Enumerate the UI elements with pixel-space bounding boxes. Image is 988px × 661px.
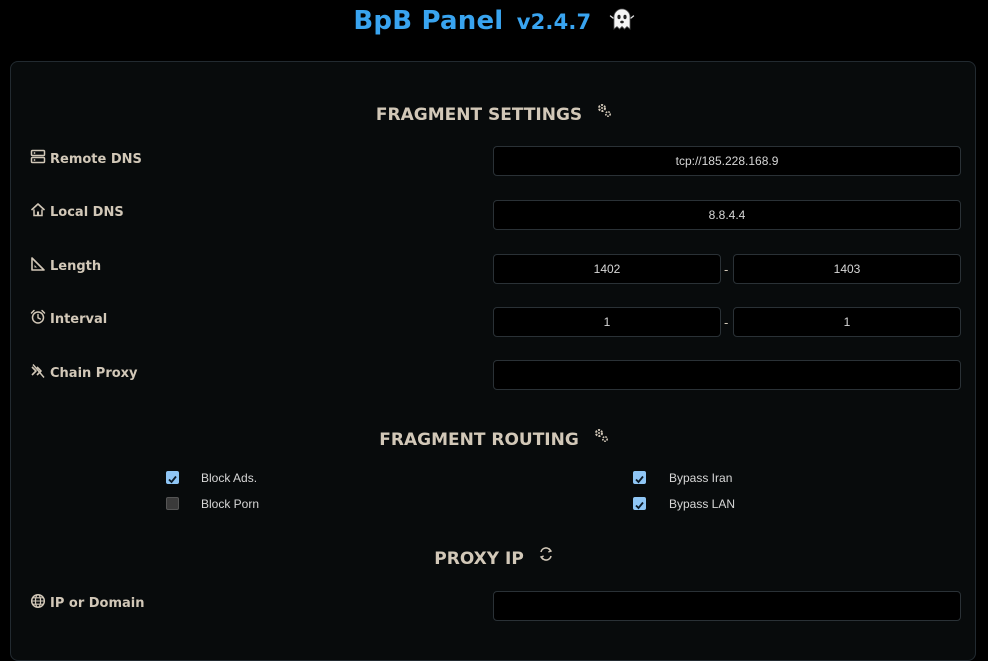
remote-dns-input[interactable]: tcp://185.228.168.9	[493, 146, 961, 176]
header: BpB Panel v2.4.7	[0, 0, 988, 46]
alarm-clock-icon	[30, 309, 46, 325]
gear-icon	[593, 427, 609, 448]
app-version: v2.4.7	[516, 10, 592, 34]
fragment-settings-title-text: FRAGMENT SETTINGS	[375, 105, 583, 125]
app-title: BpB Panel v2.4.7	[353, 6, 634, 39]
local-dns-input[interactable]: 8.8.4.4	[493, 200, 961, 230]
server-icon	[30, 149, 46, 165]
interval-separator: -	[724, 315, 729, 330]
ip-or-domain-label-text: IP or Domain	[50, 596, 145, 611]
interval-max-input[interactable]: 1	[733, 307, 961, 337]
length-max-input[interactable]: 1403	[733, 254, 961, 284]
block-ads-label: Block Ads.	[201, 471, 258, 485]
fragment-routing-title-text: FRAGMENT ROUTING	[379, 430, 579, 450]
chain-proxy-label-text: Chain Proxy	[50, 366, 138, 381]
bypass-iran-checkbox[interactable]	[633, 471, 646, 484]
length-min-input[interactable]: 1402	[493, 254, 721, 284]
ip-or-domain-label: IP or Domain	[30, 593, 145, 611]
fragment-routing-title: FRAGMENT ROUTING	[0, 427, 988, 450]
gear-icon	[596, 102, 612, 123]
chain-proxy-input[interactable]	[493, 360, 961, 390]
remote-dns-label: Remote DNS	[30, 149, 142, 167]
interval-label: Interval	[30, 309, 107, 327]
globe-icon	[30, 593, 46, 609]
interval-min-input[interactable]: 1	[493, 307, 721, 337]
app-title-text: BpB Panel	[353, 6, 504, 36]
block-ads-checkbox[interactable]	[166, 471, 179, 484]
bypass-lan-label: Bypass LAN	[669, 497, 736, 511]
ip-or-domain-input[interactable]	[493, 591, 961, 621]
proxy-ip-title-text: PROXY IP	[434, 549, 524, 569]
refresh-icon	[538, 546, 554, 567]
fragment-settings-title: FRAGMENT SETTINGS	[0, 102, 988, 125]
link-icon	[30, 363, 46, 379]
ghost-icon	[609, 6, 635, 39]
length-label: Length	[30, 256, 101, 274]
local-dns-label-text: Local DNS	[50, 205, 124, 220]
home-icon	[30, 202, 46, 218]
block-porn-label: Block Porn	[201, 497, 260, 511]
remote-dns-label-text: Remote DNS	[50, 152, 142, 167]
proxy-ip-title: PROXY IP	[0, 546, 988, 569]
interval-label-text: Interval	[50, 312, 108, 327]
bypass-lan-checkbox[interactable]	[633, 497, 646, 510]
ruler-triangle-icon	[30, 256, 46, 272]
bypass-iran-label: Bypass Iran	[669, 471, 733, 485]
block-porn-checkbox[interactable]	[166, 497, 179, 510]
length-separator: -	[724, 262, 729, 277]
length-label-text: Length	[50, 259, 102, 274]
local-dns-label: Local DNS	[30, 202, 124, 220]
chain-proxy-label: Chain Proxy	[30, 363, 138, 381]
